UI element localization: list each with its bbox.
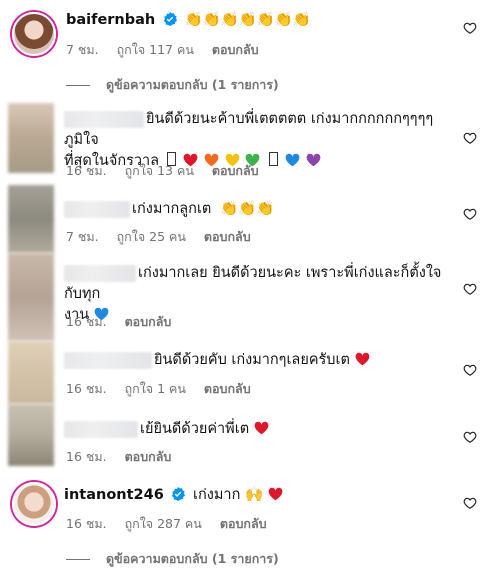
username[interactable]: intanont246 [64,487,164,503]
reply-button[interactable]: ตอบกลับ [220,516,267,531]
comment-body: 👏👏👏👏👏👏👏 [184,12,311,28]
like-count[interactable]: ถูกใจ 117 คน [117,42,194,57]
reply-button[interactable]: ตอบกลับ [212,163,259,178]
comment-text: เย้ยินดีด้วยค่าพี่เต [64,419,270,440]
comment-intanont246: intanont246 เก่งมาก 🙌 16 ชม. ถูกใจ 287 ค… [0,476,495,577]
view-replies-button[interactable]: ดูข้อความตอบกลับ (1 รายการ) [66,75,279,95]
comment-meta: 7 ชม. ถูกใจ 25 คน ตอบกลับ [66,227,265,247]
comment-meta: 16 ชม. ถูกใจ 13 คน ตอบกลับ [66,161,273,181]
comment-body: ยินดีด้วยคับ เก่งมากๆเลยครับเต [154,352,350,368]
comment-meta: 16 ชม. ถูกใจ 287 คน ตอบกลับ [66,514,281,534]
comment-time: 7 ชม. [66,42,99,57]
like-count[interactable]: ถูกใจ 25 คน [117,229,186,244]
red-heart-icon [355,352,369,366]
avatar[interactable] [8,253,54,341]
verified-badge-icon [172,487,186,501]
comment-3: เก่งมากเลย ยินดีด้วยนะคะ เพราะพี่เก่งและ… [0,253,495,341]
comment-meta: 16 ชม. ตอบกลับ [66,447,185,467]
comment-5: เย้ยินดีด้วยค่าพี่เต 16 ชม. ตอบกลับ [0,404,495,466]
comment-time: 16 ชม. [66,381,107,396]
comment-body: เย้ยินดีด้วยค่าพี่เต [140,421,250,437]
like-count[interactable]: ถูกใจ 1 คน [125,381,186,396]
verified-badge-icon [163,12,177,26]
red-heart-icon [254,421,269,435]
username-blurred[interactable] [64,200,130,218]
comment-1: ยินดีด้วยนะค้าบพี่เตตตตต เก่งมากกกกกกๆๆๆ… [0,97,495,185]
reply-button[interactable]: ตอบกลับ [125,449,172,464]
replies-divider [66,84,90,86]
comment-time: 7 ชม. [66,229,99,244]
view-replies-label: ดูข้อความตอบกลับ (1 รายการ) [106,77,279,92]
username-blurred[interactable] [64,351,152,369]
comment-meta: 16 ชม. ถูกใจ 1 คน ตอบกลับ [66,379,265,399]
username-blurred[interactable] [64,110,144,128]
replies-divider [66,558,90,560]
raised-hands-emoji-icon: 🙌 [244,487,264,503]
comment-4: ยินดีด้วยคับ เก่งมากๆเลยครับเต 16 ชม. ถู… [0,341,495,404]
comment-text: baifernbah 👏👏👏👏👏👏👏 [66,10,311,31]
comment-2: เก่งมากลูกเต 👏👏👏 7 ชม. ถูกใจ 25 คน ตอบกล… [0,185,495,253]
like-heart-icon[interactable] [463,430,477,444]
reply-button[interactable]: ตอบกลับ [204,229,251,244]
username-blurred[interactable] [64,264,136,282]
comment-meta: 16 ชม. ตอบกลับ [66,312,185,332]
like-heart-icon[interactable] [463,363,477,377]
avatar[interactable] [12,12,56,56]
blue-heart-icon [285,153,300,167]
like-heart-icon[interactable] [463,21,477,35]
avatar[interactable] [8,103,54,173]
reply-button[interactable]: ตอบกลับ [212,42,259,57]
comment-text: เก่งมากลูกเต 👏👏👏 [64,199,274,220]
avatar[interactable] [8,341,54,404]
avatar[interactable] [12,482,56,526]
like-count[interactable]: ถูกใจ 13 คน [125,163,194,178]
username[interactable]: baifernbah [66,12,155,28]
like-heart-icon[interactable] [463,207,477,221]
reply-button[interactable]: ตอบกลับ [125,314,172,329]
avatar[interactable] [8,404,54,466]
like-heart-icon[interactable] [463,496,477,510]
view-replies-button[interactable]: ดูข้อความตอบกลับ (1 รายการ) [66,549,279,569]
red-heart-icon [268,487,283,501]
avatar[interactable] [8,185,54,253]
comment-text: ยินดีด้วยคับ เก่งมากๆเลยครับเต [64,350,371,371]
comment-time: 16 ชม. [66,163,107,178]
reply-button[interactable]: ตอบกลับ [204,381,251,396]
clap-emoji-icon: 👏👏👏 [219,201,275,217]
comment-baifernbah: baifernbah 👏👏👏👏👏👏👏 7 ชม. ถูกใจ 117 คน ตอ… [0,0,495,95]
like-heart-icon[interactable] [463,131,477,145]
comment-body: เก่งมากลูกเต [132,201,212,217]
like-heart-icon[interactable] [463,282,477,296]
comment-meta: 7 ชม. ถูกใจ 117 คน ตอบกลับ [66,40,273,60]
comment-time: 16 ชม. [66,516,107,531]
comment-body: เก่งมาก [193,487,241,503]
comment-time: 16 ชม. [66,449,107,464]
username-blurred[interactable] [64,420,138,438]
like-count[interactable]: ถูกใจ 287 คน [125,516,202,531]
comment-time: 16 ชม. [66,314,107,329]
view-replies-label: ดูข้อความตอบกลับ (1 รายการ) [106,551,279,566]
comment-text: intanont246 เก่งมาก 🙌 [64,485,284,506]
purple-heart-icon [306,153,321,167]
